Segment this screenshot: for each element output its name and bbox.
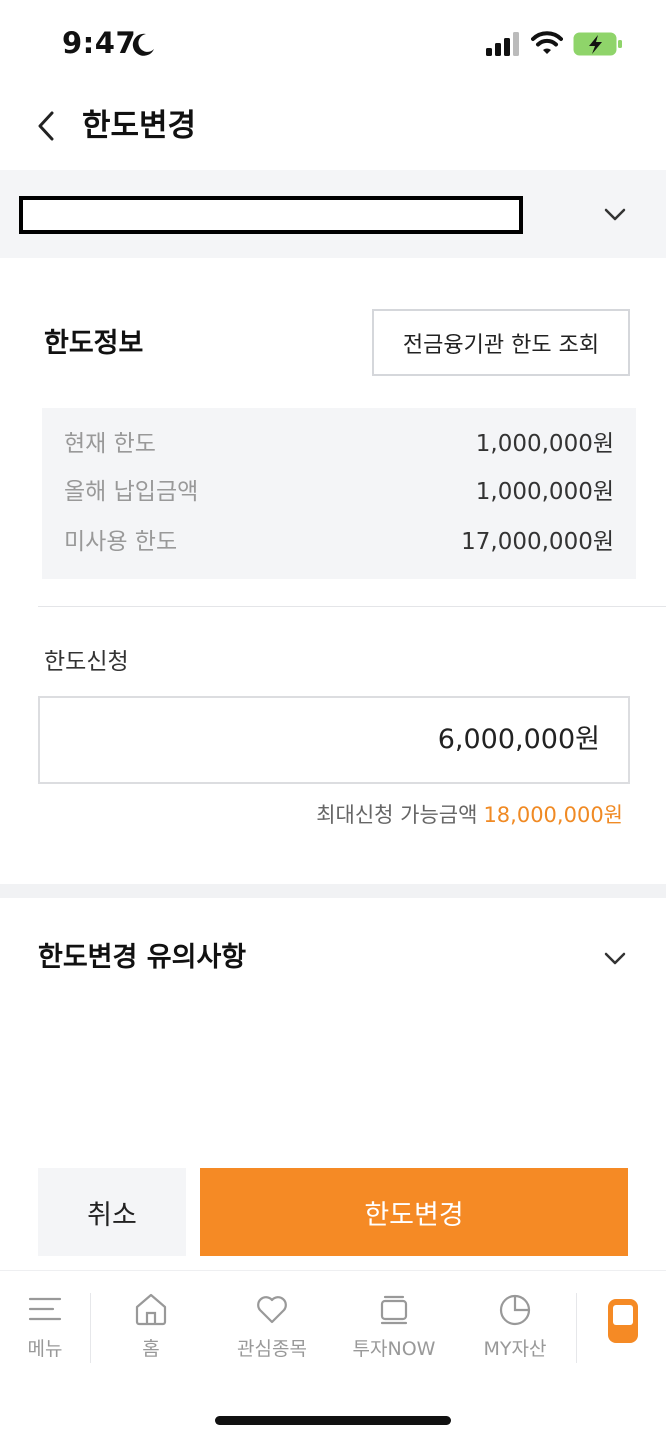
chevron-down-icon[interactable] bbox=[598, 200, 632, 230]
signal-icon bbox=[486, 32, 519, 56]
home-icon bbox=[135, 1293, 167, 1326]
info-row-paid-amount: 올해 납입금액 1,000,000원 bbox=[64, 472, 614, 512]
max-request-value: 18,000,000원 bbox=[483, 803, 623, 827]
tab-bar: 메뉴 홈 관심종목 투자NOW MY자산 bbox=[0, 1270, 666, 1440]
chevron-left-icon bbox=[38, 111, 54, 141]
wifi-icon bbox=[531, 31, 563, 54]
tab-label: MY자산 bbox=[483, 1338, 547, 1360]
account-number bbox=[19, 196, 523, 234]
info-row-value: 1,000,000원 bbox=[475, 431, 614, 457]
hamburger-icon bbox=[28, 1297, 62, 1321]
tab-home[interactable]: 홈 bbox=[96, 1271, 206, 1371]
info-row-label: 올해 납입금액 bbox=[64, 479, 199, 505]
info-row-value: 1,000,000원 bbox=[475, 479, 614, 505]
cancel-button[interactable]: 취소 bbox=[38, 1168, 186, 1256]
moon-icon bbox=[132, 33, 154, 56]
tab-label: 투자NOW bbox=[352, 1338, 436, 1360]
max-request-label: 최대신청 가능금액 bbox=[316, 803, 478, 827]
change-limit-button[interactable]: 한도변경 bbox=[200, 1168, 628, 1256]
limit-request-label: 한도신청 bbox=[44, 649, 129, 675]
tab-label: 관심종목 bbox=[237, 1338, 307, 1360]
battery-icon bbox=[573, 32, 622, 56]
notice-accordion[interactable]: 한도변경 유의사항 bbox=[0, 918, 666, 998]
info-row-label: 현재 한도 bbox=[64, 431, 156, 457]
limit-request-value: 6,000,000원 bbox=[437, 724, 600, 755]
info-row-label: 미사용 한도 bbox=[64, 529, 178, 555]
chevron-down-icon bbox=[604, 952, 626, 965]
tab-my-assets[interactable]: MY자산 bbox=[458, 1271, 572, 1371]
status-bar: 9:47 bbox=[0, 0, 666, 90]
tab-watchlist[interactable]: 관심종목 bbox=[214, 1271, 330, 1371]
divider bbox=[38, 606, 666, 607]
back-button[interactable] bbox=[24, 104, 68, 148]
account-selector[interactable] bbox=[0, 170, 666, 258]
stack-icon bbox=[380, 1295, 408, 1325]
max-request-amount: 최대신청 가능금액 18,000,000원 bbox=[316, 798, 623, 832]
tab-phone[interactable] bbox=[580, 1271, 666, 1371]
section-divider bbox=[0, 884, 666, 898]
heart-icon bbox=[257, 1296, 287, 1324]
tab-separator bbox=[90, 1293, 91, 1363]
status-time: 9:47 bbox=[62, 26, 137, 60]
header: 한도변경 bbox=[0, 90, 666, 168]
phone-icon bbox=[608, 1299, 638, 1343]
tab-label: 메뉴 bbox=[27, 1338, 63, 1360]
limit-info-panel: 현재 한도 1,000,000원 올해 납입금액 1,000,000원 미사용 … bbox=[42, 408, 636, 579]
limit-info-title: 한도정보 bbox=[44, 328, 144, 359]
tab-separator bbox=[576, 1293, 577, 1363]
pie-chart-icon bbox=[499, 1294, 531, 1326]
tab-menu[interactable]: 메뉴 bbox=[0, 1271, 90, 1371]
info-row-value: 17,000,000원 bbox=[461, 529, 614, 555]
info-row-unused-limit: 미사용 한도 17,000,000원 bbox=[64, 522, 614, 562]
limit-request-input[interactable]: 6,000,000원 bbox=[38, 696, 630, 784]
info-row-current-limit: 현재 한도 1,000,000원 bbox=[64, 424, 614, 464]
tab-invest-now[interactable]: 투자NOW bbox=[336, 1271, 452, 1371]
all-institution-limit-lookup-button[interactable]: 전금융기관 한도 조회 bbox=[372, 309, 630, 376]
page-title: 한도변경 bbox=[82, 108, 197, 144]
tab-label: 홈 bbox=[142, 1338, 160, 1360]
home-indicator bbox=[215, 1416, 451, 1425]
notice-title: 한도변경 유의사항 bbox=[38, 942, 247, 973]
